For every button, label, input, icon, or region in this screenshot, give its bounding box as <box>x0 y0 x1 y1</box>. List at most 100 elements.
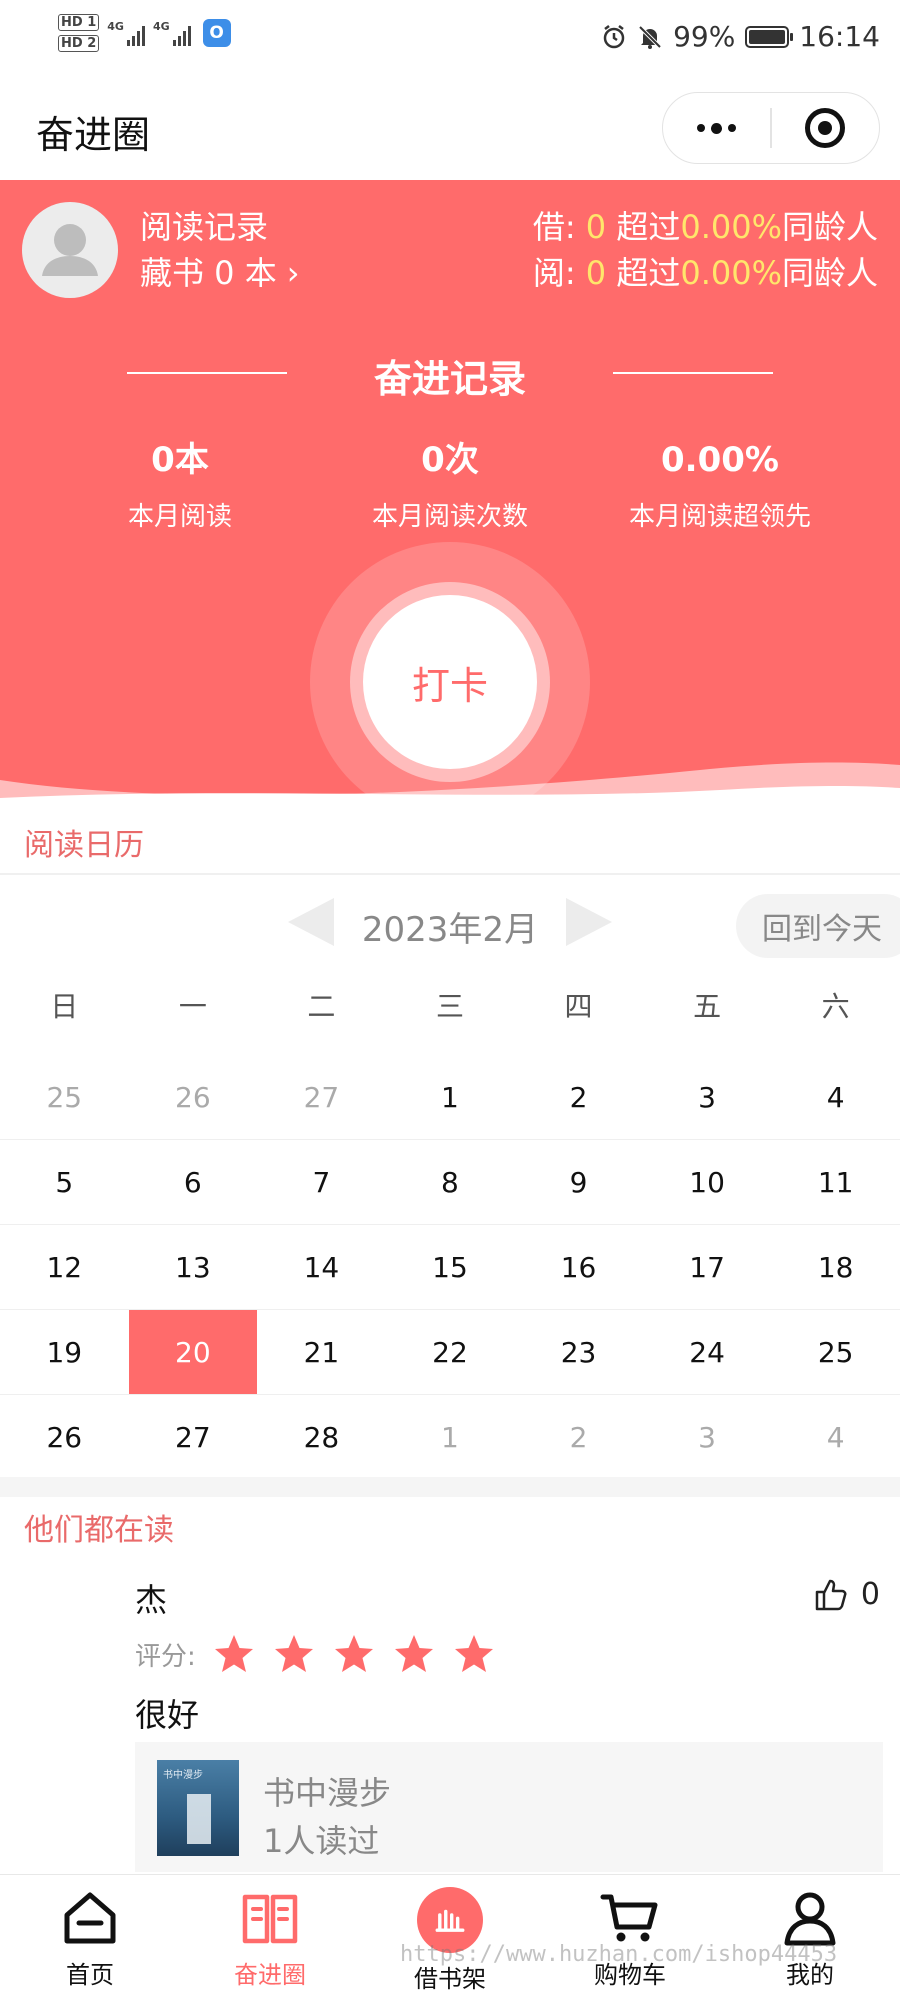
read-value: 0 <box>585 254 607 292</box>
hd-indicator-1: HD 1 <box>58 14 100 31</box>
star-icon <box>394 1635 433 1672</box>
tab-progress-circle[interactable]: 奋进圈 <box>205 1887 335 1990</box>
calendar-day[interactable]: 9 <box>514 1140 643 1224</box>
calendar-day[interactable]: 26 <box>0 1395 129 1479</box>
star-icon <box>454 1635 493 1672</box>
tab-cart[interactable]: 购物车 <box>565 1887 695 1990</box>
weekday-label: 日 <box>50 990 79 1023</box>
star-icon <box>214 1635 253 1672</box>
mini-program-capsule <box>662 92 880 164</box>
signal-icon: 4G <box>107 20 145 46</box>
calendar-day[interactable]: 23 <box>514 1310 643 1394</box>
calendar-day[interactable]: 15 <box>386 1225 515 1309</box>
book-icon <box>242 1894 298 1944</box>
calendar-day[interactable]: 1 <box>386 1395 515 1479</box>
tab-bookshelf[interactable]: 借书架 <box>385 1887 515 1994</box>
calendar-day[interactable]: 5 <box>0 1140 129 1224</box>
calendar-day-today[interactable]: 20 <box>128 1310 258 1394</box>
borrow-value: 0 <box>585 208 607 246</box>
page-title: 奋进圈 <box>36 113 151 157</box>
feed-title: 他们都在读 <box>24 1513 174 1548</box>
weekday-label: 三 <box>435 990 464 1023</box>
calendar-day[interactable]: 25 <box>771 1310 900 1394</box>
more-dot-icon <box>697 124 706 132</box>
peer-stats: 借: 0 超过0.00%同龄人 阅: 0 超过0.00%同龄人 <box>533 204 878 296</box>
back-to-today-button[interactable]: 回到今天 <box>736 894 900 958</box>
clock: 16:14 <box>799 20 880 53</box>
mute-icon <box>638 25 662 49</box>
calendar-day[interactable]: 19 <box>0 1310 129 1394</box>
more-button[interactable] <box>663 93 770 163</box>
app-notification-icon: O <box>202 19 231 47</box>
calendar-day[interactable]: 4 <box>771 1395 900 1479</box>
calendar-day[interactable]: 10 <box>643 1140 772 1224</box>
calendar-day[interactable]: 26 <box>129 1055 258 1139</box>
calendar-day[interactable]: 14 <box>257 1225 386 1309</box>
signal-icon-2: 4G <box>153 20 191 46</box>
calendar-day[interactable]: 2 <box>514 1395 643 1479</box>
next-month-icon[interactable] <box>566 898 612 946</box>
cart-icon <box>600 1894 658 1942</box>
calendar-day[interactable]: 13 <box>129 1225 258 1309</box>
weekday-label: 二 <box>307 990 336 1023</box>
calendar-grid: 25 26 27 1 2 3 4 5 6 7 8 9 10 11 12 13 14 15 16 17 18 19 20 21 2… <box>0 1055 900 1480</box>
weekday-label: 四 <box>564 990 593 1023</box>
calendar-day[interactable]: 7 <box>257 1140 386 1224</box>
calendar-day[interactable]: 22 <box>386 1310 515 1394</box>
home-icon <box>64 1892 116 1944</box>
calendar-week-row: 12 13 14 15 16 17 18 <box>0 1225 900 1310</box>
book-readers: 1人读过 <box>263 1822 380 1860</box>
collection-count: 藏书 0 本 <box>140 254 277 292</box>
chevron-right-icon: › <box>286 254 300 292</box>
book-card[interactable]: 书中漫步 书中漫步 1人读过 <box>135 1742 883 1872</box>
calendar-day[interactable]: 3 <box>643 1395 772 1479</box>
calendar-day[interactable]: 6 <box>129 1140 258 1224</box>
calendar-week-row: 5 6 7 8 9 10 11 <box>0 1140 900 1225</box>
metric-caption: 本月阅读超领先 <box>628 502 811 532</box>
calendar-day[interactable]: 28 <box>257 1395 386 1479</box>
tab-label: 首页 <box>66 1961 114 1989</box>
tab-mine[interactable]: 我的 <box>745 1887 875 1990</box>
read-percent: 0.00% <box>680 254 782 292</box>
calendar-week-row: 25 26 27 1 2 3 4 <box>0 1055 900 1140</box>
calendar-day[interactable]: 8 <box>386 1140 515 1224</box>
calendar-day[interactable]: 3 <box>643 1055 772 1139</box>
more-dot-icon <box>711 122 723 134</box>
star-icon <box>274 1635 313 1672</box>
tab-home[interactable]: 首页 <box>25 1887 155 1990</box>
calendar-day[interactable]: 18 <box>771 1225 900 1309</box>
calendar-day[interactable]: 2 <box>514 1055 643 1139</box>
metric-caption: 本月阅读次数 <box>371 502 528 532</box>
book-cover: 书中漫步 <box>157 1760 239 1856</box>
weekday-label: 六 <box>821 990 850 1023</box>
calendar-day[interactable]: 4 <box>771 1055 900 1139</box>
calendar-day[interactable]: 16 <box>514 1225 643 1309</box>
read-label: 阅: <box>532 254 576 292</box>
avatar[interactable] <box>22 202 118 298</box>
status-bar: HD 1 HD 2 4G 4G O 99% 16:14 <box>0 0 900 80</box>
calendar-day[interactable]: 21 <box>257 1310 386 1394</box>
metric-value: 0次 <box>421 440 479 480</box>
progress-header: 阅读记录 藏书 0 本 › 借: 0 超过0.00%同龄人 阅: 0 超过0.00… <box>0 180 900 810</box>
progress-heading: 奋进记录 <box>373 357 526 401</box>
reading-record-link[interactable]: 阅读记录 藏书 0 本 › <box>140 204 300 296</box>
calendar-day[interactable]: 24 <box>643 1310 772 1394</box>
title-bar: 奋进圈 <box>0 80 900 180</box>
metric-monthly-sessions: 0次 本月阅读次数 <box>320 438 580 533</box>
calendar-day[interactable]: 11 <box>771 1140 900 1224</box>
month-navigation: 2023年2月 回到今天 <box>0 890 900 962</box>
exceed-label: 超过 <box>616 208 681 246</box>
prev-month-icon[interactable] <box>288 898 334 946</box>
calendar-day[interactable]: 12 <box>0 1225 129 1309</box>
calendar-day[interactable]: 17 <box>643 1225 772 1309</box>
thumbs-up-icon <box>815 1579 847 1611</box>
calendar-day[interactable]: 27 <box>129 1395 258 1479</box>
calendar-day[interactable]: 27 <box>257 1055 386 1139</box>
alarm-icon <box>603 24 625 48</box>
calendar-day[interactable]: 1 <box>386 1055 515 1139</box>
calendar-day[interactable]: 25 <box>0 1055 129 1139</box>
like-button[interactable]: 0 <box>813 1575 880 1613</box>
battery-icon <box>745 25 794 48</box>
current-month: 2023年2月 <box>361 910 539 950</box>
close-button[interactable] <box>772 93 879 163</box>
